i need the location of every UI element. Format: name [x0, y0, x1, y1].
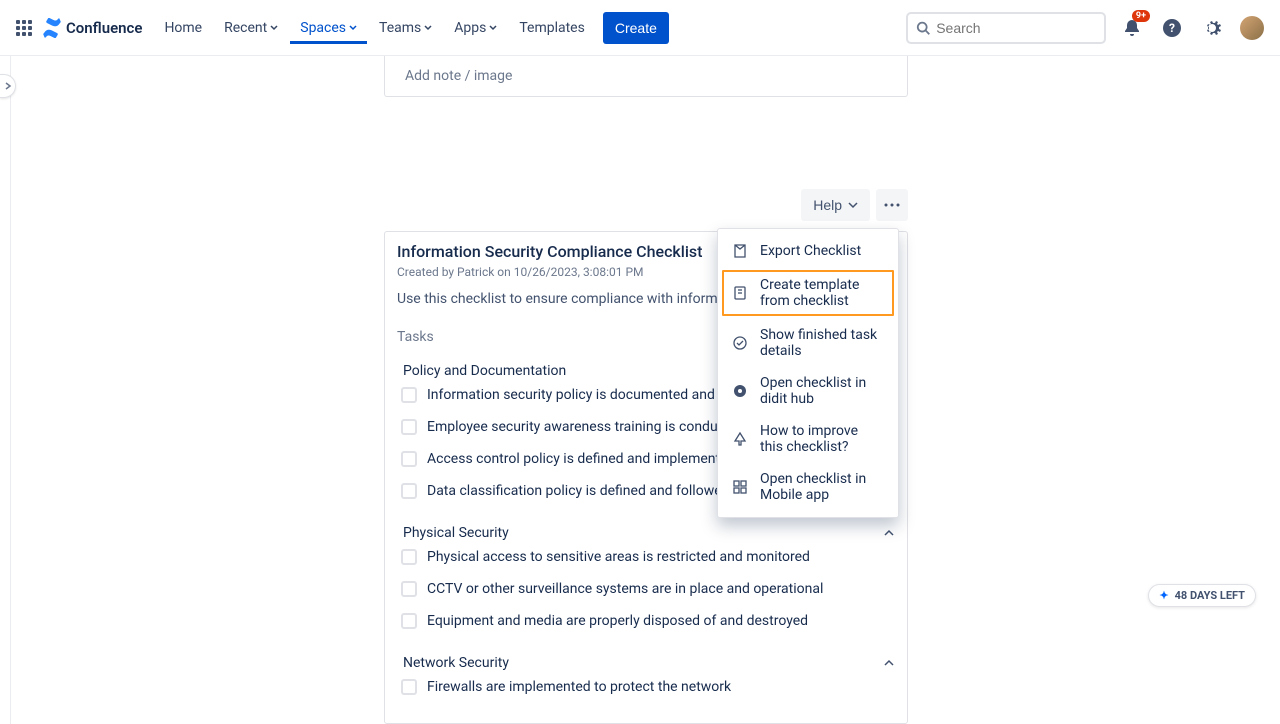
expand-sidebar-button[interactable] [0, 74, 16, 98]
dropdown-item-label: How to improve this checklist? [760, 423, 884, 455]
dropdown-item-label: Open checklist in Mobile app [760, 471, 884, 503]
chevron-down-icon [848, 200, 858, 210]
more-actions-dropdown: Export Checklist Create template from che… [717, 228, 899, 518]
notifications-icon[interactable]: 9+ [1116, 12, 1148, 44]
dropdown-item-label: Show finished task details [760, 327, 884, 359]
dropdown-item-icon [732, 431, 748, 447]
settings-icon[interactable] [1196, 12, 1228, 44]
task-label: Equipment and media are properly dispose… [427, 613, 808, 629]
dropdown-item[interactable]: Create template from checklist [721, 269, 895, 317]
app-switcher-icon[interactable] [12, 16, 36, 40]
create-button[interactable]: Create [603, 12, 669, 44]
task-checkbox[interactable] [401, 387, 417, 403]
task-item[interactable]: CCTV or other surveillance systems are i… [397, 573, 895, 605]
task-checkbox[interactable] [401, 581, 417, 597]
search-box[interactable] [906, 12, 1106, 44]
dropdown-item[interactable]: Open checklist in didit hub [718, 367, 898, 415]
nav-spaces[interactable]: Spaces [290, 12, 367, 44]
dropdown-item-label: Create template from checklist [760, 277, 884, 309]
chevron-up-icon [883, 527, 895, 539]
primary-nav: Home Recent Spaces Teams Apps Templates [154, 12, 594, 44]
nav-teams[interactable]: Teams [369, 12, 442, 44]
task-checkbox[interactable] [401, 549, 417, 565]
dropdown-item-label: Export Checklist [760, 243, 861, 259]
search-input[interactable] [936, 20, 1096, 36]
chevron-up-icon [883, 657, 895, 669]
nav-templates[interactable]: Templates [509, 12, 595, 44]
task-item[interactable]: Equipment and media are properly dispose… [397, 605, 895, 637]
sidebar-divider [10, 56, 11, 724]
nav-recent[interactable]: Recent [214, 12, 288, 44]
task-label: Physical access to sensitive areas is re… [427, 549, 810, 565]
task-checkbox[interactable] [401, 451, 417, 467]
task-label: Firewalls are implemented to protect the… [427, 679, 731, 695]
dropdown-item-icon [732, 335, 748, 351]
sparkle-icon: ✦ [1159, 589, 1168, 602]
nav-apps[interactable]: Apps [444, 12, 507, 44]
add-note-block[interactable]: Add note / image [384, 56, 908, 97]
nav-home[interactable]: Home [154, 12, 212, 44]
dropdown-item[interactable]: Show finished task details [718, 319, 898, 367]
task-checkbox[interactable] [401, 419, 417, 435]
dropdown-item-icon [732, 285, 748, 301]
task-checkbox[interactable] [401, 613, 417, 629]
dropdown-item-icon [732, 383, 748, 399]
task-item[interactable]: Firewalls are implemented to protect the… [397, 671, 895, 703]
svg-text:?: ? [1169, 21, 1175, 35]
section-header[interactable]: Network Security [397, 655, 895, 671]
more-actions-button[interactable] [876, 189, 908, 221]
dropdown-item[interactable]: How to improve this checklist? [718, 415, 898, 463]
product-name: Confluence [66, 19, 142, 37]
confluence-logo[interactable]: Confluence [42, 18, 142, 38]
dropdown-item[interactable]: Export Checklist [718, 235, 898, 267]
dropdown-item-icon [732, 479, 748, 495]
section-header[interactable]: Physical Security [397, 525, 895, 541]
days-left-badge[interactable]: ✦ 48 DAYS LEFT [1148, 584, 1256, 607]
top-navigation: Confluence Home Recent Spaces Teams Apps… [0, 0, 1280, 56]
task-label: Access control policy is defined and imp… [427, 451, 735, 467]
task-checkbox[interactable] [401, 483, 417, 499]
notification-badge: 9+ [1132, 10, 1150, 22]
dropdown-item[interactable]: Open checklist in Mobile app [718, 463, 898, 511]
help-button[interactable]: Help [801, 189, 870, 221]
add-note-placeholder: Add note / image [405, 68, 512, 84]
dropdown-item-label: Open checklist in didit hub [760, 375, 884, 407]
task-item[interactable]: Physical access to sensitive areas is re… [397, 541, 895, 573]
task-checkbox[interactable] [401, 679, 417, 695]
task-label: CCTV or other surveillance systems are i… [427, 581, 823, 597]
main-content: Add note / image Help Information Securi… [0, 56, 1280, 724]
avatar[interactable] [1236, 12, 1268, 44]
help-icon[interactable]: ? [1156, 12, 1188, 44]
task-label: Data classification policy is defined an… [427, 483, 730, 499]
dropdown-item-icon [732, 243, 748, 259]
more-icon [884, 203, 900, 207]
